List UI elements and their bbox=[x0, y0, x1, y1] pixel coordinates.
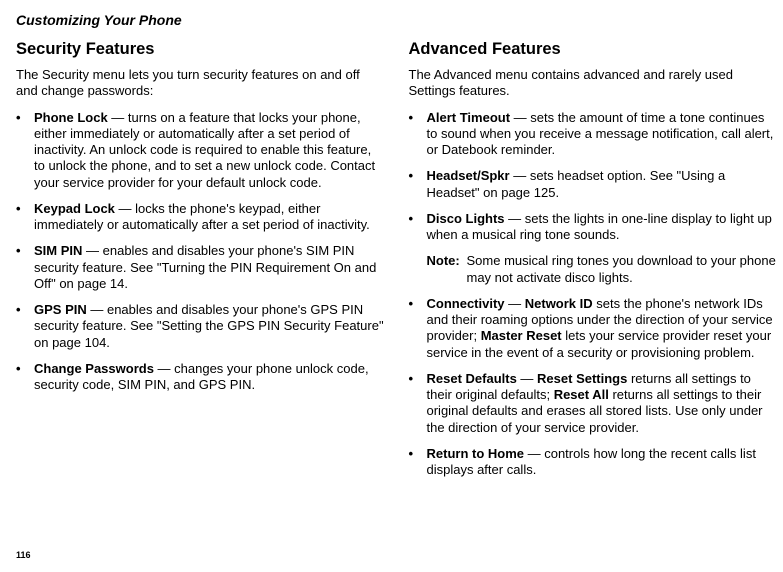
bullet-text: Connectivity — Network ID sets the phone… bbox=[427, 296, 778, 361]
bullet-icon: • bbox=[409, 296, 427, 361]
bullet-text: Reset Defaults — Reset Settings returns … bbox=[427, 371, 778, 436]
bullet-icon: • bbox=[409, 446, 427, 479]
list-item: • Change Passwords — changes your phone … bbox=[16, 361, 385, 394]
security-list: • Phone Lock — turns on a feature that l… bbox=[16, 110, 385, 394]
bullet-text: Alert Timeout — sets the amount of time … bbox=[427, 110, 778, 159]
bullet-icon: • bbox=[16, 361, 34, 394]
advanced-list-2: • Connectivity — Network ID sets the pho… bbox=[409, 296, 778, 479]
list-item: • Alert Timeout — sets the amount of tim… bbox=[409, 110, 778, 159]
bullet-text: GPS PIN — enables and disables your phon… bbox=[34, 302, 385, 351]
bullet-text: Keypad Lock — locks the phone's keypad, … bbox=[34, 201, 385, 234]
list-item: • Disco Lights — sets the lights in one-… bbox=[409, 211, 778, 244]
list-item: • Phone Lock — turns on a feature that l… bbox=[16, 110, 385, 191]
security-intro: The Security menu lets you turn security… bbox=[16, 67, 385, 100]
bullet-text: Return to Home — controls how long the r… bbox=[427, 446, 778, 479]
list-item: • Reset Defaults — Reset Settings return… bbox=[409, 371, 778, 436]
bullet-text: Phone Lock — turns on a feature that loc… bbox=[34, 110, 385, 191]
section-title-advanced: Advanced Features bbox=[409, 40, 778, 59]
note-text: Some musical ring tones you download to … bbox=[467, 253, 778, 286]
note-block: Note: Some musical ring tones you downlo… bbox=[427, 253, 778, 286]
bullet-text: Headset/Spkr — sets headset option. See … bbox=[427, 168, 778, 201]
list-item: • Connectivity — Network ID sets the pho… bbox=[409, 296, 778, 361]
advanced-list: • Alert Timeout — sets the amount of tim… bbox=[409, 110, 778, 244]
bullet-icon: • bbox=[409, 110, 427, 159]
bullet-text: Disco Lights — sets the lights in one-li… bbox=[427, 211, 778, 244]
right-column: Advanced Features The Advanced menu cont… bbox=[409, 40, 778, 488]
left-column: Security Features The Security menu lets… bbox=[16, 40, 385, 488]
page-header: Customizing Your Phone bbox=[16, 12, 777, 28]
bullet-icon: • bbox=[409, 371, 427, 436]
list-item: • Keypad Lock — locks the phone's keypad… bbox=[16, 201, 385, 234]
bullet-text: SIM PIN — enables and disables your phon… bbox=[34, 243, 385, 292]
list-item: • GPS PIN — enables and disables your ph… bbox=[16, 302, 385, 351]
list-item: • SIM PIN — enables and disables your ph… bbox=[16, 243, 385, 292]
bullet-icon: • bbox=[409, 168, 427, 201]
bullet-icon: • bbox=[409, 211, 427, 244]
content-columns: Security Features The Security menu lets… bbox=[16, 40, 777, 488]
bullet-text: Change Passwords — changes your phone un… bbox=[34, 361, 385, 394]
page-number: 116 bbox=[16, 550, 31, 560]
bullet-icon: • bbox=[16, 243, 34, 292]
bullet-icon: • bbox=[16, 110, 34, 191]
advanced-intro: The Advanced menu contains advanced and … bbox=[409, 67, 778, 100]
note-label: Note: bbox=[427, 253, 467, 286]
list-item: • Return to Home — controls how long the… bbox=[409, 446, 778, 479]
section-title-security: Security Features bbox=[16, 40, 385, 59]
bullet-icon: • bbox=[16, 302, 34, 351]
list-item: • Headset/Spkr — sets headset option. Se… bbox=[409, 168, 778, 201]
bullet-icon: • bbox=[16, 201, 34, 234]
